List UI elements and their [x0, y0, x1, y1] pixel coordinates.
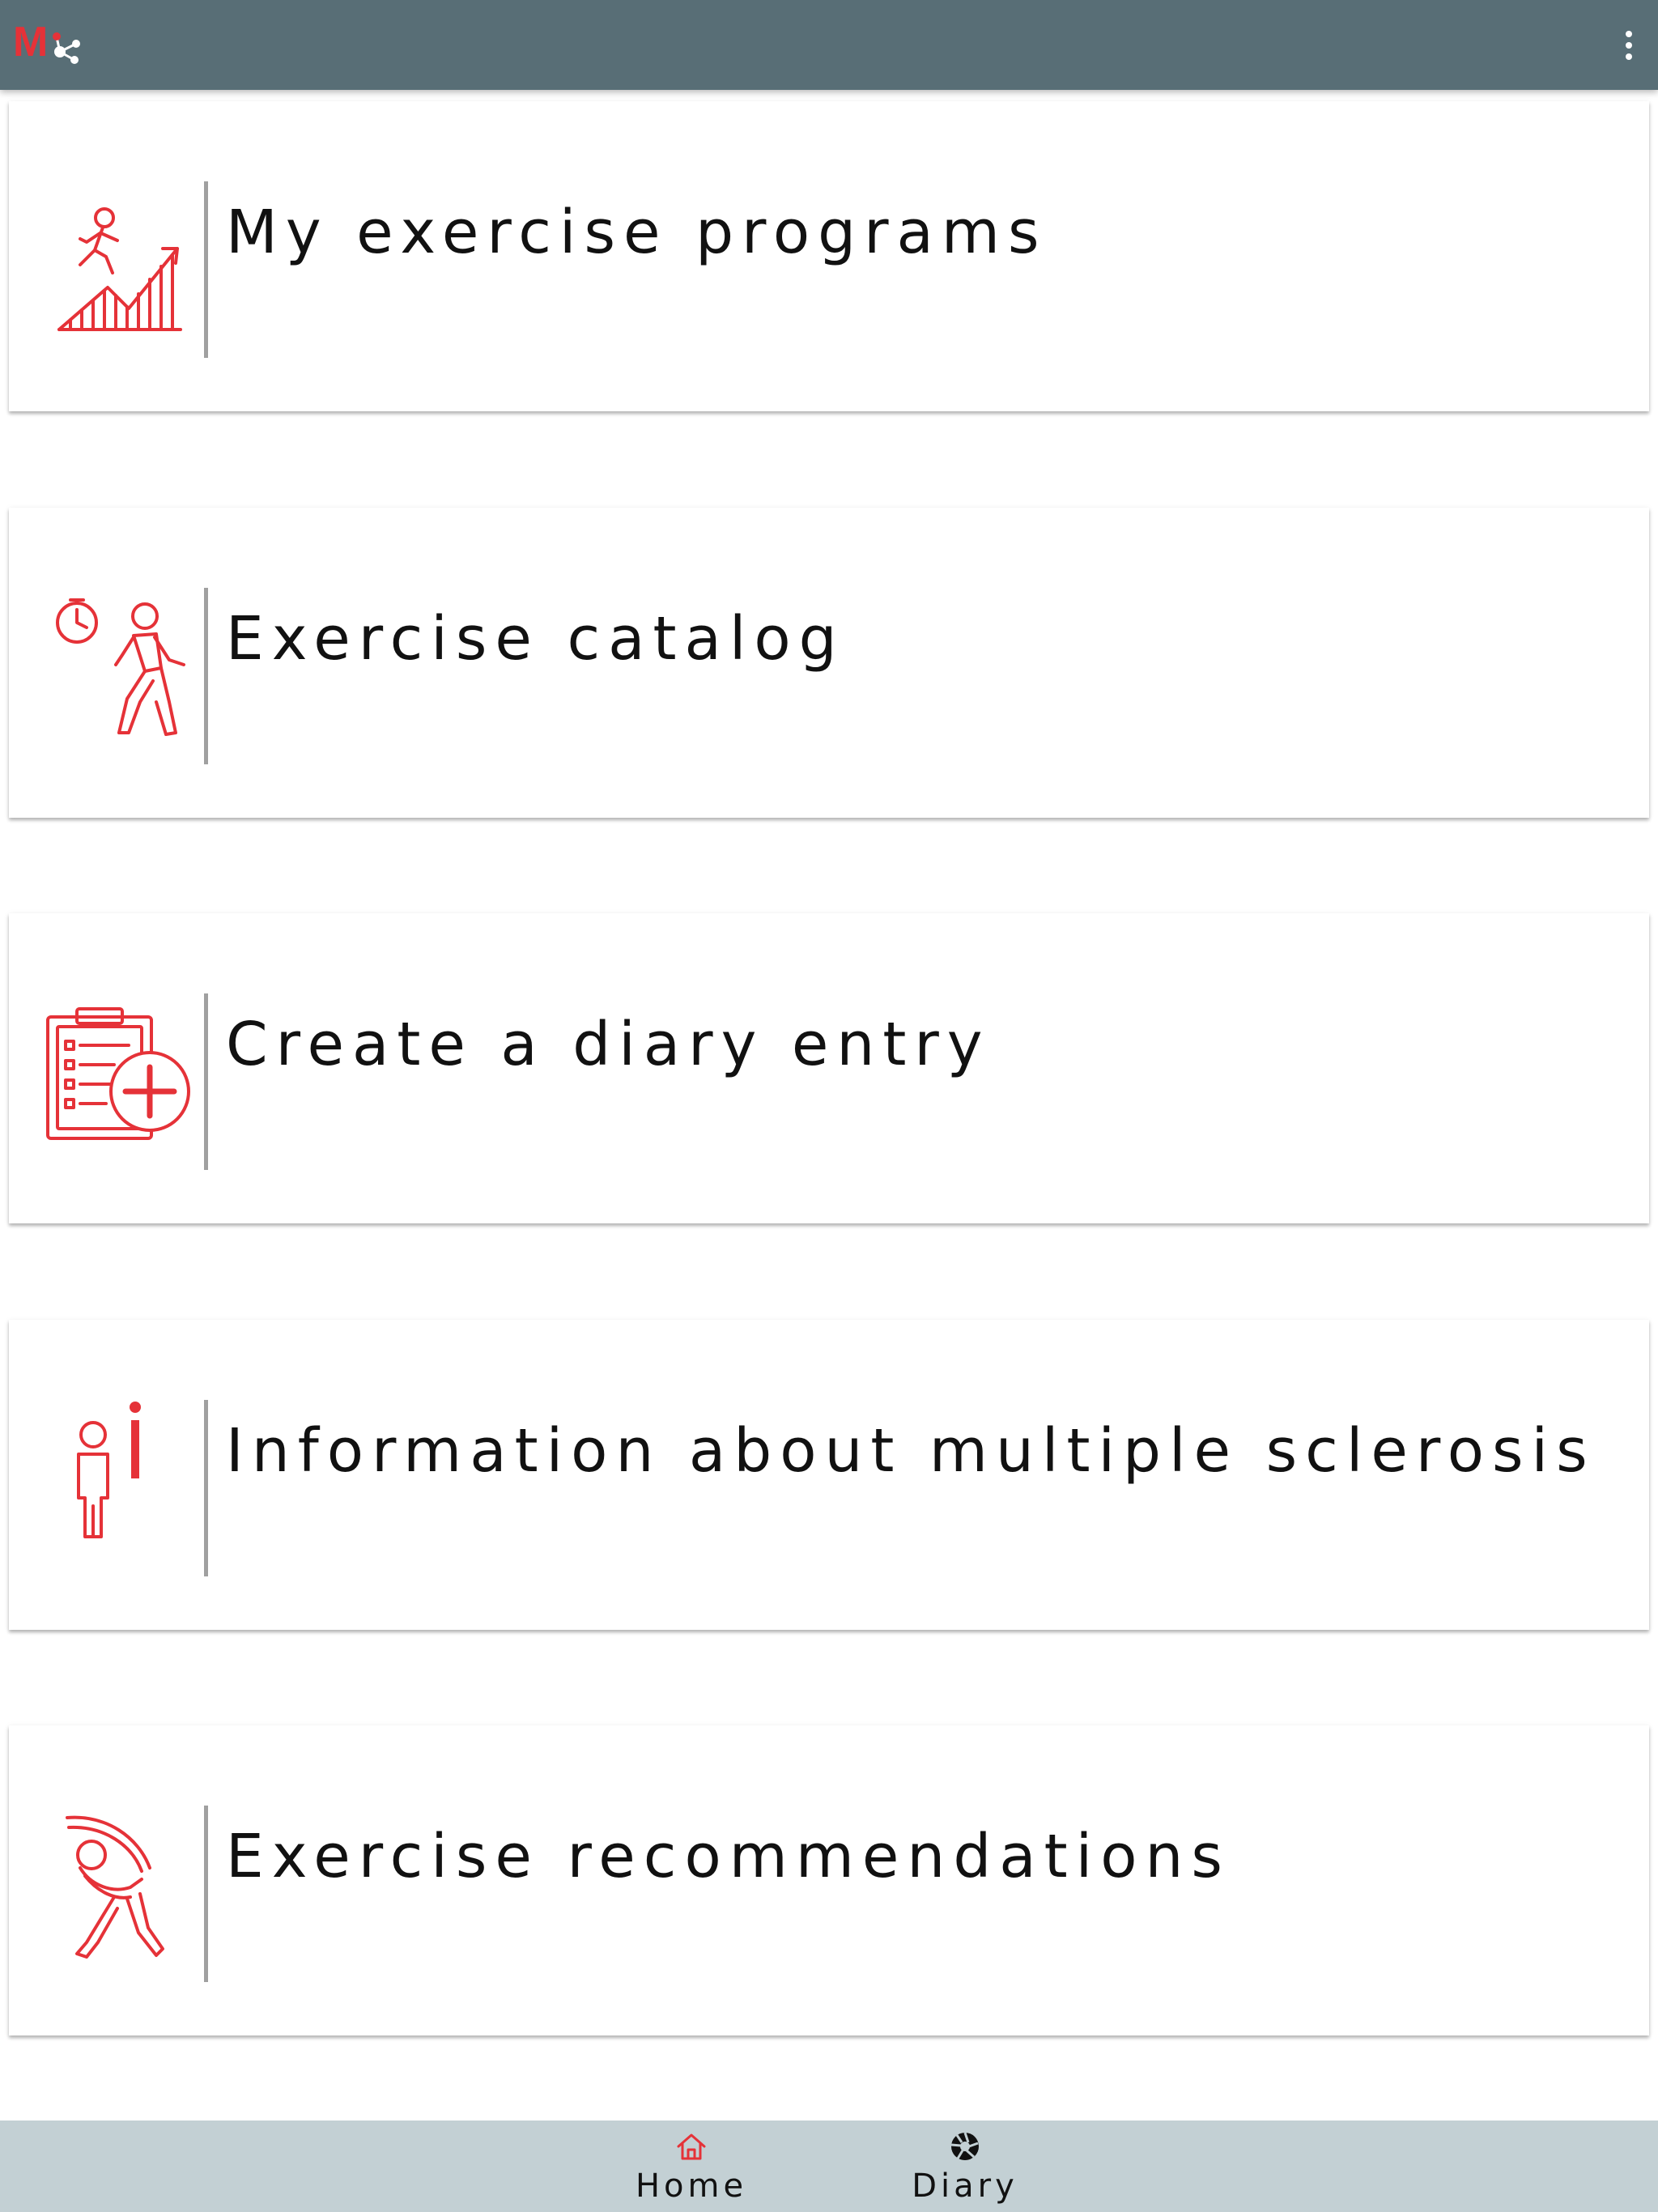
- app-root: M My exercise programs Exercise catalog …: [0, 0, 1658, 2212]
- card-label: My exercise programs: [226, 198, 1048, 267]
- card-divider: [204, 1400, 208, 1576]
- card-divider: [204, 1806, 208, 1982]
- home-icon: [677, 2133, 706, 2160]
- clipboard-add-icon: [46, 1007, 190, 1140]
- top-app-bar: M: [0, 0, 1658, 90]
- card-label: Exercise recommendations: [226, 1822, 1231, 1891]
- card-label: Create a diary entry: [226, 1010, 991, 1079]
- app-logo[interactable]: M: [13, 19, 83, 70]
- card-divider: [204, 588, 208, 764]
- card-exercise-catalog[interactable]: Exercise catalog: [9, 508, 1649, 818]
- bottom-navigation: Home Diary: [0, 2121, 1658, 2212]
- logo-letter: M: [13, 19, 48, 66]
- tab-diary-label: Diary: [912, 2167, 1018, 2205]
- more-vert-icon: [1626, 31, 1632, 60]
- card-create-diary-entry[interactable]: Create a diary entry: [9, 913, 1649, 1223]
- card-label: Exercise catalog: [226, 604, 845, 674]
- tab-home-label: Home: [635, 2167, 748, 2205]
- card-exercise-recommendations[interactable]: Exercise recommendations: [9, 1725, 1649, 2035]
- runner-progress-chart-icon: [57, 207, 182, 331]
- card-my-exercise-programs[interactable]: My exercise programs: [9, 101, 1649, 411]
- card-divider: [204, 181, 208, 358]
- aperture-icon: [950, 2132, 979, 2160]
- person-info-icon: [77, 1402, 141, 1538]
- card-divider: [204, 993, 208, 1170]
- overflow-menu-button[interactable]: [1613, 23, 1645, 68]
- walker-stopwatch-icon: [56, 598, 185, 736]
- card-ms-information[interactable]: Information about multiple sclerosis: [9, 1320, 1649, 1630]
- tab-home[interactable]: Home: [602, 2129, 780, 2210]
- card-label: Information about multiple sclerosis: [226, 1416, 1596, 1486]
- stretching-person-icon: [66, 1815, 164, 1959]
- tab-diary[interactable]: Diary: [876, 2129, 1054, 2210]
- network-nodes-icon: [53, 32, 80, 64]
